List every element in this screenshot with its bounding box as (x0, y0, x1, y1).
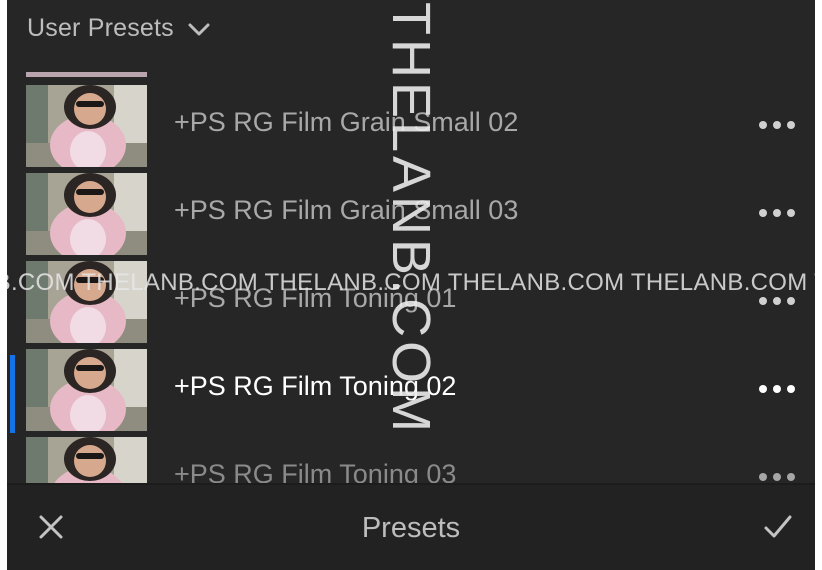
preset-label: +PS RG Film Grain Small 03 (174, 195, 519, 225)
preset-row[interactable]: +PS RG Film Grain Small 02 (7, 85, 815, 167)
preset-group-title[interactable]: User Presets (27, 14, 174, 43)
preset-thumbnail (26, 349, 147, 431)
presets-panel: User Presets +PS RG Film Grain Small 02 … (7, 0, 815, 570)
checkmark-icon[interactable] (763, 513, 793, 541)
preset-thumbnail (26, 437, 147, 483)
more-options-icon[interactable] (759, 471, 795, 483)
preset-row-selected[interactable]: +PS RG Film Toning 02 (7, 349, 815, 433)
preset-label: +PS RG Film Toning 02 (174, 371, 457, 401)
preset-row[interactable]: +PS RG Film Toning 01 (7, 261, 815, 343)
preset-label: +PS RG Film Toning 01 (174, 283, 457, 313)
chevron-down-icon[interactable] (188, 23, 210, 37)
preset-thumbnail (26, 261, 147, 343)
selection-indicator (10, 355, 15, 433)
preset-thumbnail (26, 85, 147, 167)
panel-title: Presets (361, 512, 461, 544)
more-options-icon[interactable] (759, 119, 795, 131)
preset-row[interactable]: +PS RG Film Grain Small 03 (7, 173, 815, 255)
preset-label: +PS RG Film Grain Small 02 (174, 107, 519, 137)
preset-list[interactable]: +PS RG Film Grain Small 02 +PS RG Film G… (7, 62, 815, 483)
preset-thumbnail (26, 72, 147, 77)
preset-row[interactable]: +PS RG Film Toning 03 (7, 437, 815, 483)
preset-label: +PS RG Film Toning 03 (174, 459, 457, 483)
more-options-icon[interactable] (759, 383, 795, 395)
presets-header[interactable]: User Presets (7, 0, 815, 56)
more-options-icon[interactable] (759, 207, 795, 219)
bottom-toolbar: Presets (7, 483, 815, 570)
preset-thumbnail (26, 173, 147, 255)
more-options-icon[interactable] (759, 295, 795, 307)
